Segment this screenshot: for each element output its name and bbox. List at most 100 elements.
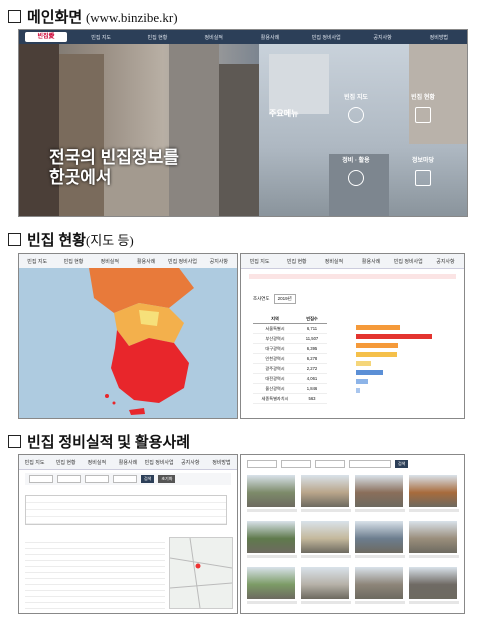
case-photo-thumbnail[interactable] (409, 475, 457, 507)
house-icon (348, 107, 364, 123)
nav-item[interactable]: 빈집 정비사업 (164, 258, 200, 265)
bar-mark (356, 352, 397, 357)
case-photo-thumbnail[interactable] (247, 521, 295, 553)
filter-select[interactable] (113, 475, 137, 483)
filter-select[interactable] (85, 475, 109, 483)
region-cell: 부산광역시 (265, 335, 285, 341)
bar-mark (356, 334, 432, 339)
count-cell: 11,507 (305, 336, 319, 341)
tile-title: 빈집 지도 (344, 95, 368, 101)
korea-choropleth-map[interactable] (19, 268, 237, 418)
stats-nav-bar: 빈집 지도 빈집 현황 정비실적 활용사례 빈집 정비사업 공지사항 (241, 254, 464, 269)
south-region (111, 330, 189, 403)
case-photo-thumbnail[interactable] (301, 567, 349, 599)
site-logo[interactable]: 빈집愛 (25, 32, 67, 42)
main-menu-label: 주요메뉴 (269, 109, 299, 118)
count-cell: 563 (308, 396, 316, 401)
map-pin-icon (195, 563, 201, 569)
nav-item[interactable]: 활용사례 (112, 459, 143, 466)
table-row: 대구광역시 6,395 (253, 344, 327, 354)
year-select[interactable]: 2019년 (273, 294, 296, 304)
section-heading-main: 메인화면 (www.binzibe.kr) (8, 6, 178, 27)
table-row: 광주광역시 2,272 (253, 364, 327, 374)
nav-item[interactable]: 빈집 정비사업 (144, 459, 175, 466)
menu-tile-status[interactable]: 빈집 현황 (391, 88, 455, 148)
menu-tile-repair[interactable]: 정비 · 활용 (324, 151, 388, 211)
nav-item[interactable]: 공지사항 (201, 258, 237, 265)
search-bar: 검색 초기화 (25, 473, 231, 485)
nav-item[interactable]: 활용사례 (353, 258, 390, 265)
nav-item[interactable]: 정비방법 (206, 459, 237, 466)
col-header-region: 지역 (271, 315, 279, 321)
case-caption-placeholder (409, 509, 459, 512)
filter-select[interactable] (247, 460, 277, 468)
nav-item[interactable]: 빈집 현황 (55, 258, 91, 265)
nav-item[interactable]: 정비실적 (315, 258, 352, 265)
nav-item[interactable]: 정비실적 (81, 459, 112, 466)
case-photo-thumbnail[interactable] (409, 567, 457, 599)
col-header-count: 빈집수 (306, 315, 318, 321)
case-photo-thumbnail[interactable] (247, 475, 295, 507)
nav-item[interactable]: 활용사례 (128, 258, 164, 265)
nav-item[interactable]: 정비방법 (411, 34, 467, 41)
year-filter: 조사연도 2019년 (253, 294, 296, 304)
table-header: 지역 빈집수 (253, 314, 327, 324)
case-photo-thumbnail[interactable] (355, 475, 403, 507)
reset-button[interactable]: 초기화 (158, 475, 176, 483)
nav-item[interactable]: 빈집 정비사업 (390, 258, 427, 265)
nav-item[interactable]: 활용사례 (242, 34, 298, 41)
table-row: 인천광역시 6,278 (253, 354, 327, 364)
section-title: 빈집 정비실적 및 활용사례 (27, 435, 191, 451)
bar-mark (356, 343, 398, 348)
notice-banner (249, 274, 456, 279)
filter-select[interactable] (57, 475, 81, 483)
menu-tile-map[interactable]: 빈집 지도 (324, 88, 388, 148)
nav-item[interactable]: 공지사항 (354, 34, 410, 41)
highlight-region (139, 310, 159, 326)
table-row: 대전광역시 4,061 (253, 374, 327, 384)
nav-item[interactable]: 빈집 현황 (129, 34, 185, 41)
case-photo-thumbnail[interactable] (247, 567, 295, 599)
search-input[interactable] (349, 460, 391, 468)
menu-tile-info[interactable]: 정보마당 (391, 151, 455, 211)
location-map[interactable] (169, 537, 233, 609)
nav-item[interactable]: 빈집 지도 (73, 34, 129, 41)
street-lines-svg (169, 537, 233, 609)
case-photo-thumbnail[interactable] (301, 521, 349, 553)
filter-select[interactable] (281, 460, 311, 468)
region-cell: 서울특별시 (265, 325, 285, 331)
count-cell: 4,061 (306, 376, 318, 381)
tile-title: 빈집 현황 (411, 95, 435, 101)
nav-item[interactable]: 공지사항 (427, 258, 464, 265)
nav-item[interactable]: 빈집 정비사업 (298, 34, 354, 41)
case-caption-placeholder (301, 509, 351, 512)
section-subtitle: (지도 등) (85, 233, 134, 248)
nav-item[interactable]: 정비실적 (92, 258, 128, 265)
search-button[interactable]: 검색 (141, 475, 155, 483)
section-title: 메인화면 (27, 10, 83, 26)
search-button[interactable]: 검색 (395, 460, 409, 468)
case-caption-placeholder (409, 601, 459, 604)
case-photo-thumbnail[interactable] (409, 521, 457, 553)
nav-item[interactable]: 빈집 현황 (50, 459, 81, 466)
calculator-icon (415, 107, 431, 123)
checkbox-square-icon (8, 233, 21, 246)
nav-item[interactable]: 빈집 지도 (241, 258, 278, 265)
filter-select[interactable] (315, 460, 345, 468)
island (112, 401, 116, 405)
nav-item[interactable]: 빈집 지도 (19, 459, 50, 466)
case-photo-thumbnail[interactable] (301, 475, 349, 507)
case-caption-placeholder (301, 601, 351, 604)
bar-mark (356, 370, 383, 375)
case-photo-thumbnail[interactable] (355, 521, 403, 553)
nav-item[interactable]: 빈집 지도 (19, 258, 55, 265)
map-screenshot: 빈집 지도 빈집 현황 정비실적 활용사례 빈집 정비사업 공지사항 (18, 253, 238, 419)
filter-select[interactable] (29, 475, 53, 483)
case-photo-thumbnail[interactable] (355, 567, 403, 599)
case-caption-placeholder (247, 509, 297, 512)
records-screenshot: 빈집 지도 빈집 현황 정비실적 활용사례 빈집 정비사업 공지사항 정비방법 … (18, 454, 238, 614)
nav-item[interactable]: 정비실적 (186, 34, 242, 41)
tile-title: 정보마당 (411, 158, 435, 164)
nav-item[interactable]: 공지사항 (175, 459, 206, 466)
nav-item[interactable]: 빈집 현황 (278, 258, 315, 265)
